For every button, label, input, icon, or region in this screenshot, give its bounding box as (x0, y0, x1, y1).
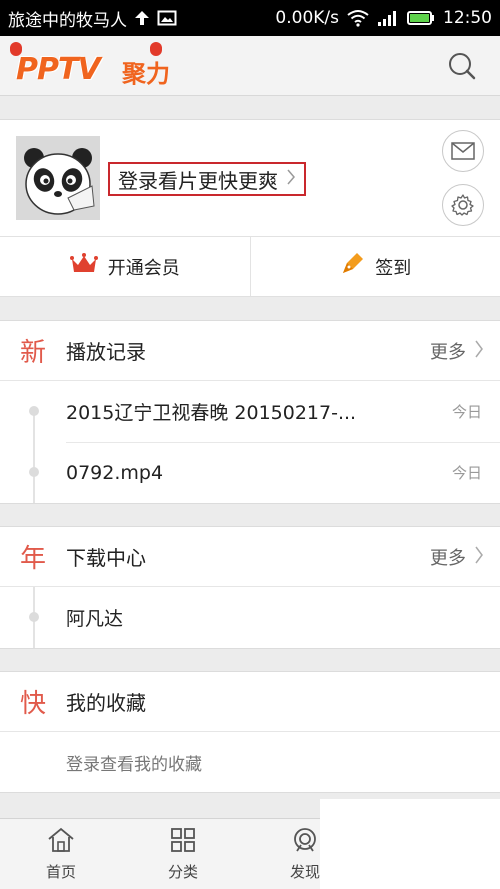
pen-icon (339, 251, 365, 282)
mail-icon[interactable] (442, 130, 484, 172)
history-item[interactable]: 2015辽宁卫视春晚 20150217-... 今日 (0, 381, 500, 442)
download-item-title: 阿凡达 (66, 608, 124, 630)
crown-icon (69, 253, 98, 280)
favorites-header[interactable]: 快 我的收藏 (0, 672, 500, 732)
nav-label: 分类 (167, 862, 198, 881)
section-badge: 年 (19, 544, 46, 574)
nav-home[interactable]: 首页 (0, 819, 122, 889)
logo-text: PPTV (16, 52, 101, 87)
nav-category[interactable]: 分类 (122, 819, 244, 889)
more-link[interactable]: 更多 (430, 527, 484, 587)
search-icon[interactable] (446, 50, 478, 82)
section-title: 播放记录 (66, 340, 146, 364)
nav-label: 首页 (45, 862, 76, 881)
chevron-right-icon (474, 339, 484, 364)
discover-icon (291, 827, 319, 857)
timeline-dot (29, 612, 39, 622)
favorites-login-hint[interactable]: 登录查看我的收藏 (0, 732, 500, 792)
login-prompt-text: 登录看片更快更爽 (118, 168, 278, 193)
app-header: PPTV 聚力 (0, 36, 500, 96)
history-item[interactable]: 0792.mp4 今日 (0, 442, 500, 503)
network-speed: 0.00K/s (275, 8, 339, 28)
vip-label: 开通会员 (107, 257, 180, 279)
download-item[interactable]: 阿凡达 (0, 587, 500, 648)
quick-actions: 开通会员 签到 (0, 237, 500, 297)
gear-icon[interactable] (442, 184, 484, 226)
wifi-icon (347, 9, 369, 27)
section-title: 下载中心 (66, 546, 146, 570)
home-icon (47, 827, 75, 857)
history-item-title: 2015辽宁卫视春晚 20150217-... (66, 402, 357, 424)
checkin-label: 签到 (375, 257, 412, 279)
overlay-patch (320, 799, 500, 889)
chevron-right-icon (474, 545, 484, 570)
chevron-right-icon (286, 168, 296, 191)
pptv-logo: PPTV 聚力 (10, 38, 180, 94)
login-prompt-button[interactable]: 登录看片更快更爽 (108, 162, 306, 196)
section-badge: 快 (19, 689, 46, 719)
history-item-date: 今日 (451, 403, 482, 421)
vip-button[interactable]: 开通会员 (0, 237, 250, 296)
timeline-dot (29, 467, 39, 477)
more-label: 更多 (430, 342, 466, 363)
section-title: 我的收藏 (66, 691, 146, 715)
notification-text: 旅途中的牧马人 (8, 10, 127, 31)
image-icon (157, 9, 177, 27)
panda-avatar[interactable] (16, 136, 100, 220)
upload-arrow-icon (133, 9, 151, 27)
status-bar: 旅途中的牧马人 0.00K/s 12:50 (0, 0, 500, 36)
nav-label: 发现 (289, 862, 320, 881)
history-item-date: 今日 (451, 464, 482, 482)
history-item-title: 0792.mp4 (66, 461, 164, 484)
section-badge: 新 (19, 338, 46, 368)
timeline-dot (29, 406, 39, 416)
logo-tag: 聚力 (122, 60, 170, 88)
play-history-header[interactable]: 新 播放记录 更多 (0, 321, 500, 381)
downloads-section: 年 下载中心 更多 阿凡达 (0, 526, 500, 649)
play-history-section: 新 播放记录 更多 2015辽宁卫视春晚 20150217-... 今日 079… (0, 320, 500, 504)
downloads-header[interactable]: 年 下载中心 更多 (0, 527, 500, 587)
more-link[interactable]: 更多 (430, 321, 484, 381)
clock: 12:50 (443, 8, 492, 28)
favorites-section: 快 我的收藏 登录查看我的收藏 (0, 671, 500, 793)
profile-card: 登录看片更快更爽 (0, 119, 500, 237)
battery-icon (407, 10, 435, 26)
grid-icon (170, 827, 196, 857)
signal-icon (377, 9, 399, 27)
checkin-button[interactable]: 签到 (249, 237, 500, 296)
more-label: 更多 (430, 548, 466, 569)
